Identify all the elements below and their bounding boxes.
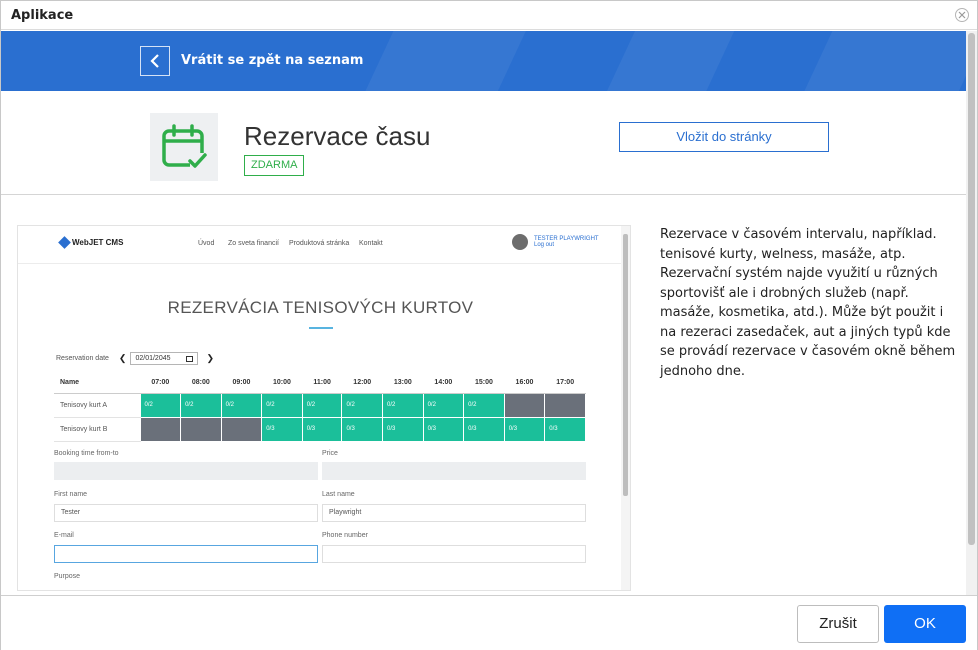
chevron-left-icon: ❮ [118,353,127,363]
preview-menu-item: Produktová stránka [289,240,350,247]
time-slot-cell [180,416,222,442]
time-slot-cell: 0/2 [301,392,343,418]
app-title: Rezervace času [244,121,431,151]
preview-logo: WebJET CMS [58,236,123,249]
time-column-header: 10:00 [261,372,303,394]
time-slot-cell [139,416,182,442]
price-label: Price [322,450,338,457]
time-slot-cell: 0/3 [261,416,303,442]
last-name-field: Playwright [322,504,586,522]
phone-label: Phone number [322,532,368,539]
booking-time-label: Booking time from-to [54,450,119,457]
preview-date-picker: Reservation date ❮ 02/01/2045 ❯ [56,352,214,365]
time-slot-cell: 0/2 [382,392,424,418]
time-slot-cell: 0/3 [382,416,424,442]
time-slot-cell: 0/3 [341,416,384,442]
calendar-check-icon [150,113,218,181]
email-label: E-mail [54,532,74,539]
time-slot-cell [503,392,546,418]
time-column-header: 08:00 [180,372,222,394]
court-name: Tenisovy kurt B [54,417,140,442]
time-column-header: 14:00 [423,372,464,394]
time-slot-cell: 0/2 [261,392,303,418]
preview-date-label: Reservation date [56,355,109,362]
preview-heading: REZERVÁCIA TENISOVÝCH KURTOV [167,298,474,317]
time-slot-cell: 0/2 [180,392,222,418]
app-header: Rezervace času ZDARMA Vložit do stránky [1,91,966,195]
time-slot-cell: 0/2 [463,392,505,418]
close-icon[interactable] [955,8,969,22]
price-badge: ZDARMA [244,155,305,176]
app-preview-image: WebJET CMS Úvod Zo sveta financií Produk… [17,225,631,591]
ok-button[interactable]: OK [884,605,966,643]
time-slot-cell: 0/3 [301,416,343,442]
app-details: WebJET CMS Úvod Zo sveta financií Produk… [1,195,966,595]
back-link[interactable]: Vrátit se zpět na seznam [181,53,363,68]
content-scrollbar[interactable] [966,31,977,595]
time-slot-cell: 0/3 [463,416,505,442]
back-button[interactable] [140,46,170,76]
phone-field [322,545,586,563]
dialog-titlebar: Aplikace [1,1,977,30]
chevron-right-icon: ❯ [206,353,215,363]
table-header: Name [54,372,140,394]
time-column-header: 12:00 [341,372,383,394]
time-slot-cell: 0/2 [220,392,263,418]
scrollbar-thumb[interactable] [968,33,975,545]
preview-heading-underline [309,327,333,329]
time-slot-cell: 0/3 [544,416,586,442]
price-field [322,462,586,480]
app-description: Rezervace v časovém intervalu, například… [660,227,956,379]
time-slot-cell: 0/3 [422,416,465,442]
table-row: Tenisovy kurt A 0/2 0/2 0/2 0/2 0/2 0/2 0/2 0/2 0… [54,392,586,418]
preview-menu-item: Kontakt [359,240,383,247]
first-name-field: Tester [54,504,318,522]
time-column-header: 17:00 [544,372,586,394]
header-banner: Vrátit se zpět na seznam [1,31,966,91]
time-slot-cell: 0/2 [341,392,384,418]
court-name: Tenisovy kurt A [54,393,140,418]
avatar [512,234,528,250]
dialog-title: Aplikace [11,8,74,23]
dialog-content: Vrátit se zpět na seznam Rezervace času … [1,31,966,595]
last-name-label: Last name [322,491,355,498]
time-column-header: 13:00 [382,372,424,394]
time-column-header: 11:00 [302,372,342,394]
preview-navbar: WebJET CMS Úvod Zo sveta financií Produk… [18,226,623,264]
app-dialog: Aplikace Vrátit se zpět na seznam Rezerv… [0,0,978,650]
time-slot-cell [220,416,263,442]
time-slot-cell: 0/2 [422,392,465,418]
insert-into-page-button[interactable]: Vložit do stránky [619,122,829,152]
preview-menu-item: Zo sveta financií [228,240,279,247]
preview-date-input: 02/01/2045 [130,352,199,365]
first-name-label: First name [54,491,88,498]
booking-time-field [54,462,318,480]
email-field [54,545,318,563]
chevron-left-icon [150,54,159,68]
time-column-header: 16:00 [504,372,545,394]
time-slot-cell [544,392,586,418]
time-column-header: 09:00 [221,372,262,394]
time-slot-cell: 0/3 [503,416,546,442]
dialog-footer: Zrušit OK [1,595,977,650]
purpose-label: Purpose [54,573,81,580]
time-column-header: 15:00 [463,372,505,394]
cancel-button[interactable]: Zrušit [797,605,879,643]
preview-user: TESTER PLAYWRIGHT Log out [512,234,599,250]
preview-reservation-table: Name 07:00 08:00 09:00 10:00 11:00 12:00 13:00… [54,372,586,442]
table-row: Tenisovy kurt B 0/3 0/3 0/3 0/3 0/3 0/3 0/3 0/3 [54,416,586,442]
preview-logout: Log out [534,242,555,248]
preview-scrollbar [621,226,630,590]
time-column-header: 07:00 [140,372,181,394]
time-slot-cell: 0/2 [139,392,182,418]
calendar-icon [186,355,194,362]
preview-menu-item: Úvod [198,240,215,247]
